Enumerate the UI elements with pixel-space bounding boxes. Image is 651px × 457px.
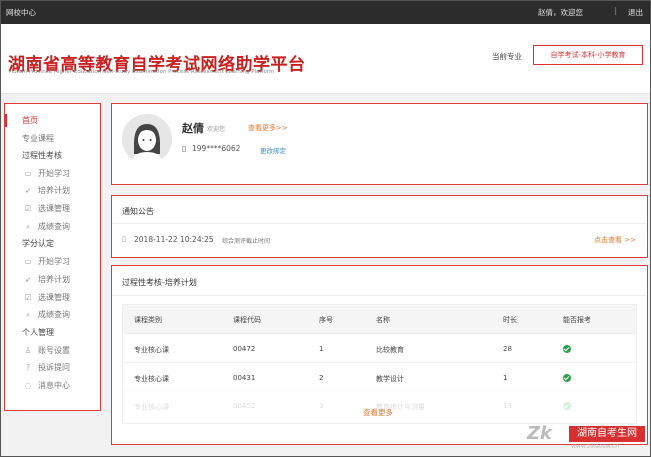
cell-code: 00452 (233, 402, 256, 410)
welcome-text: 欢迎您 (207, 126, 226, 133)
search-icon: ⌕ (25, 222, 31, 231)
training-plan-card: 过程性考核-培养计划 课程类别 课程代码 序号 名称 时长 能否报考 专业核心课… (111, 265, 648, 445)
column-header: 名称 (376, 316, 390, 324)
cell-name: 比较教育 (376, 346, 404, 354)
question-icon: ? (26, 363, 30, 372)
watermark: Zk 湖南自考生网 www.zikaosw.cn (527, 423, 647, 453)
plan-title: 过程性考核-培养计划 (122, 278, 197, 287)
document-icon: ▯ (122, 235, 126, 243)
phone-number: 199****6062 (192, 144, 241, 153)
divider (112, 295, 646, 296)
cell-code: 00431 (233, 374, 256, 382)
cell-category: 专业核心课 (134, 375, 169, 383)
notice-description[interactable]: 综合测评截止时间 (222, 236, 270, 245)
site-link[interactable]: 网校中心 (6, 7, 36, 18)
check-circle-icon (563, 402, 571, 410)
sidebar: 首页 专业课程 过程性考核 ▭ 开始学习 ➶ 培养计划 ☑ 选课管理 ⌕ 成绩查询 学分… (4, 103, 101, 411)
notice-title: 通知公告 (122, 207, 154, 216)
column-header: 时长 (503, 316, 517, 324)
profile-card: 赵倩 欢迎您 查看更多>> ▯ 199****6062 更改绑定 (111, 103, 648, 185)
notice-card: 通知公告 ▯ 2018-11-22 10:24:25 综合测评截止时间 点击查看… (111, 195, 648, 258)
sidebar-group-personal: 个人管理 (22, 328, 54, 337)
cell-duration: 1 (503, 374, 508, 382)
cell-category: 专业核心课 (134, 346, 169, 354)
notice-time: 2018-11-22 10:24:25 (134, 235, 214, 244)
search-icon: ⌕ (25, 310, 31, 319)
column-header: 课程代码 (233, 316, 261, 324)
cell-name: 教学设计 (376, 375, 404, 383)
table-header: 课程类别 课程代码 序号 名称 时长 能否报考 (123, 305, 636, 333)
change-binding-link[interactable]: 更改绑定 (260, 145, 286, 155)
platform-subtitle: Hunan Province Higher Education Self-stu… (9, 69, 275, 75)
cell-code: 00472 (233, 345, 256, 353)
avatar-illustration (122, 114, 172, 164)
header: 湖南省高等教育自学考试网络助学平台 Hunan Province Higher … (0, 24, 651, 94)
sidebar-item-process-select[interactable]: ☑ 选课管理 (5, 200, 100, 217)
sidebar-item-credit-plan[interactable]: ➶ 培养计划 (5, 271, 100, 288)
sidebar-item-messages[interactable]: ◌ 消息中心 (5, 377, 100, 394)
rocket-icon: ➶ (24, 275, 32, 284)
sidebar-item-account[interactable]: ♙ 账号设置 (5, 342, 100, 359)
watermark-logo: Zk (527, 423, 553, 444)
cell-duration: 13 (503, 402, 512, 410)
view-more-link[interactable]: 查看更多>> (248, 123, 288, 133)
chat-icon: ◌ (24, 381, 32, 390)
table-row: 专业核心课 00431 2 教学设计 1 (123, 362, 636, 391)
cell-category: 专业核心课 (134, 403, 169, 411)
phone-icon: ▯ (182, 144, 187, 153)
rocket-icon: ➶ (24, 186, 32, 195)
user-name: 赵倩 (182, 122, 204, 135)
sidebar-item-process-start[interactable]: ▭ 开始学习 (5, 165, 100, 182)
sidebar-item-process-score[interactable]: ⌕ 成绩查询 (5, 218, 100, 235)
cell-index: 3 (319, 402, 324, 410)
sidebar-item-home[interactable]: 首页 (5, 112, 100, 129)
check-circle-icon (563, 374, 571, 382)
avatar (122, 114, 172, 164)
sidebar-item-courses[interactable]: 专业课程 (5, 130, 100, 147)
checkbox-icon: ☑ (24, 293, 32, 302)
plan-table: 课程类别 课程代码 序号 名称 时长 能否报考 专业核心课 00472 1 比较… (122, 304, 637, 424)
divider (112, 223, 646, 224)
cell-index: 2 (319, 374, 324, 382)
sidebar-item-credit-select[interactable]: ☑ 选课管理 (5, 289, 100, 306)
load-more-link[interactable]: 查看更多 (363, 407, 393, 418)
screen-icon: ▭ (24, 257, 32, 266)
user-greeting: 赵倩，欢迎您 (538, 8, 583, 17)
sidebar-group-process: 过程性考核 (22, 151, 62, 160)
sidebar-item-credit-score[interactable]: ⌕ 成绩查询 (5, 306, 100, 323)
sidebar-item-process-plan[interactable]: ➶ 培养计划 (5, 182, 100, 199)
table-row: 专业核心课 00472 1 比较教育 28 (123, 333, 636, 362)
separator: | (614, 6, 617, 15)
checkbox-icon: ☑ (24, 204, 32, 213)
sidebar-item-complaint[interactable]: ? 投诉提问 (5, 359, 100, 376)
current-major-button[interactable]: 自学考试-本科-小学教育 (533, 45, 643, 65)
sidebar-item-credit-start[interactable]: ▭ 开始学习 (5, 253, 100, 270)
watermark-text: 湖南自考生网 (569, 426, 645, 442)
user-icon: ♙ (24, 346, 32, 355)
watermark-url: www.zikaosw.cn (571, 443, 620, 450)
column-header: 能否报考 (563, 316, 591, 324)
top-bar: 网校中心 赵倩，欢迎您 | 退出 (0, 0, 651, 24)
current-major-label: 当前专业 (492, 52, 522, 61)
logout-link[interactable]: 退出 (628, 7, 643, 18)
cell-index: 1 (319, 345, 324, 353)
check-circle-icon (563, 345, 571, 353)
cell-duration: 28 (503, 345, 512, 353)
column-header: 序号 (319, 316, 333, 324)
click-view-link[interactable]: 点击查看 >> (594, 235, 636, 245)
sidebar-group-credit: 学分认定 (22, 239, 54, 248)
screen-icon: ▭ (24, 169, 32, 178)
column-header: 课程类别 (134, 316, 162, 324)
